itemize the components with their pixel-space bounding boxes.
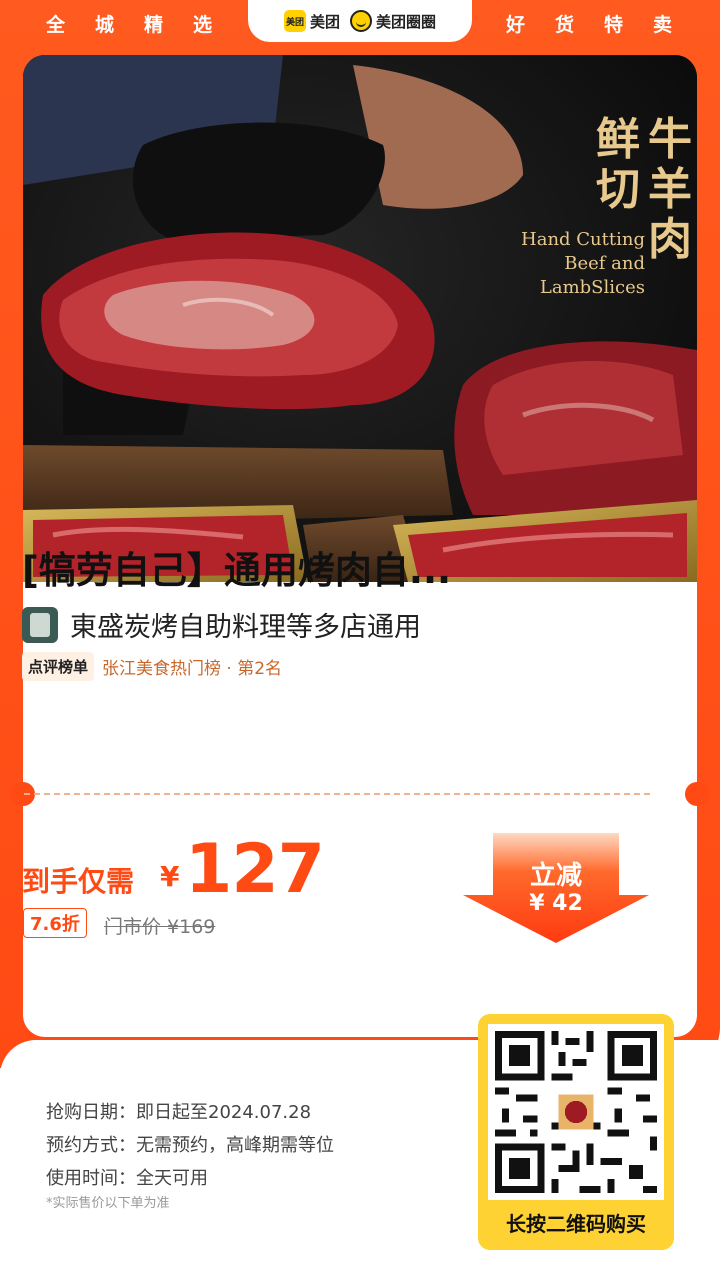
price-note: *实际售价以下单为准: [46, 1196, 170, 1211]
meituan-brand-label: 美团: [309, 12, 340, 31]
left-slogan: 全城精选: [46, 13, 243, 36]
quanquan-brand: 美团圈圈: [350, 10, 436, 32]
meituan-brand: 美团 美团: [283, 10, 340, 32]
hero-title-col1: 鲜切: [596, 114, 640, 215]
ticket-divider: [24, 793, 650, 795]
shop-avatar: [22, 606, 58, 643]
quanquan-brand-label: 美团圈圈: [376, 12, 437, 31]
smile-logo-icon: [350, 10, 372, 32]
ticket-notch-right: [685, 782, 709, 806]
price-amount: 127: [185, 830, 325, 909]
product-title[interactable]: [犒劳自己】通用烤肉自...: [22, 540, 652, 594]
shop-name: 東盛炭烤自助料理等多店通用: [70, 612, 421, 643]
usage-time: 使用时间：全天可用: [46, 1168, 208, 1189]
reservation-method: 预约方式：无需预约，高峰期需等位: [46, 1135, 334, 1156]
save-label: 立减: [529, 861, 582, 891]
price-currency: ¥: [160, 860, 180, 893]
rank-row[interactable]: 点评榜单 张江美食热门榜 · 第2名: [22, 652, 282, 681]
hero-title-col2: 牛羊肉: [648, 114, 692, 265]
shop-row[interactable]: 東盛炭烤自助料理等多店通用: [22, 605, 421, 644]
product-hero-image[interactable]: 牛羊肉 鲜切 Hand Cutting Beef and LambSlices: [23, 55, 697, 582]
purchase-date: 抢购日期：即日起至2024.07.28: [46, 1102, 312, 1123]
meituan-logo-icon: 美团: [283, 10, 306, 32]
qr-label: 长按二维码购买: [506, 1212, 646, 1236]
qr-code-icon: [488, 1024, 664, 1200]
hero-english-text: Hand Cutting Beef and LambSlices: [521, 229, 645, 298]
rank-badge: 点评榜单: [22, 652, 95, 681]
right-slogan: 好货特卖: [506, 13, 703, 36]
rank-text: 张江美食热门榜 · 第2名: [102, 659, 283, 679]
purchase-info: 抢购日期：即日起至2024.07.28 预约方式：无需预约，高峰期需等位 使用时…: [46, 1096, 334, 1195]
price-label: 到手仅需: [22, 865, 135, 898]
original-price: 门市价 ¥169: [104, 916, 216, 938]
brand-pill: 美团 美团 美团圈圈: [248, 0, 472, 42]
discount-tag: 7.6折: [23, 908, 87, 938]
qr-code[interactable]: [488, 1024, 664, 1200]
instant-discount-badge: 立减 ¥ 42: [463, 833, 649, 943]
qr-code-card[interactable]: 长按二维码购买: [478, 1014, 674, 1250]
save-amount: ¥ 42: [529, 891, 583, 916]
